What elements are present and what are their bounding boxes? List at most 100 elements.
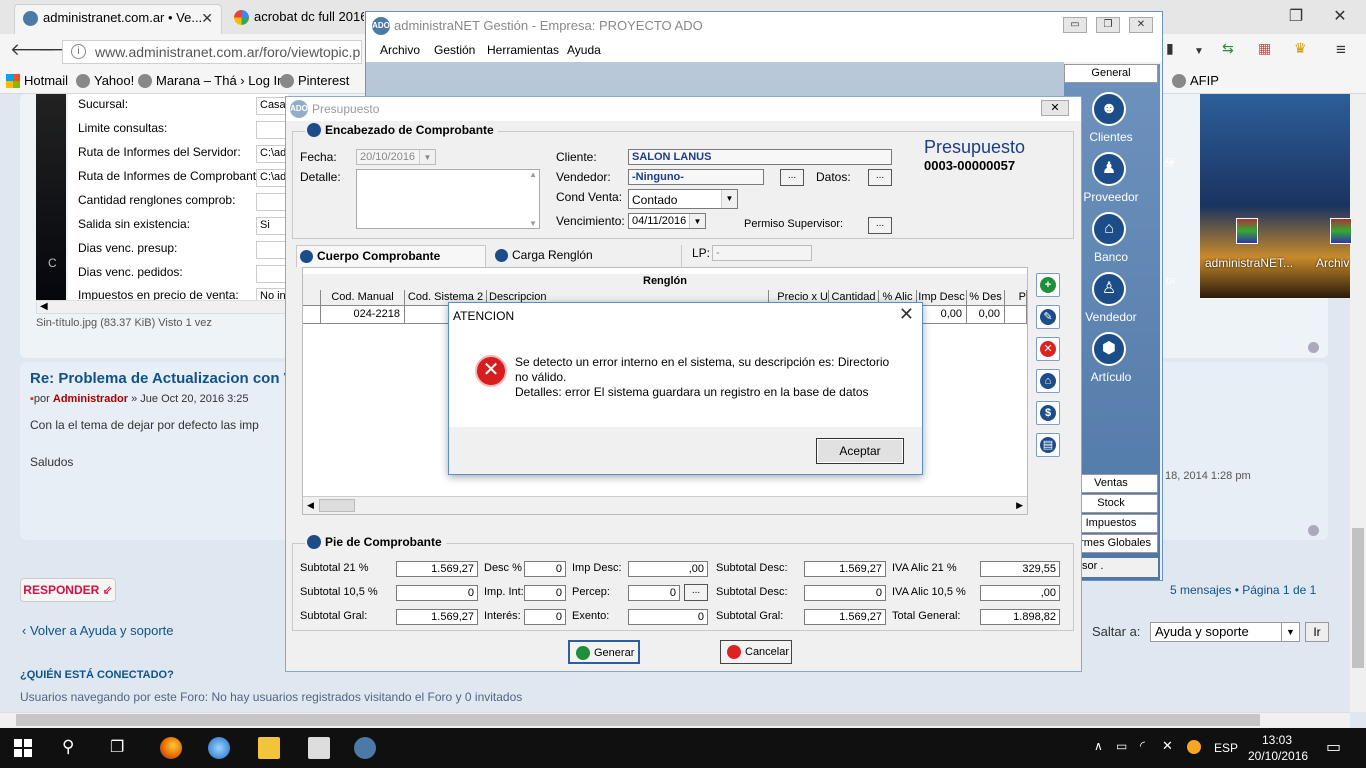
- browser-tab-acrobat[interactable]: acrobat dc full 2016 -: [226, 4, 364, 34]
- desc-pct-field[interactable]: 0: [524, 561, 566, 577]
- browser-restore-icon[interactable]: ❐: [1282, 6, 1310, 26]
- table-row-imp-desc[interactable]: 0,00: [917, 306, 967, 324]
- firefox-icon[interactable]: [160, 737, 182, 759]
- aceptar-button[interactable]: Aceptar: [816, 438, 904, 464]
- restore-icon[interactable]: ❐: [1096, 17, 1120, 33]
- articulo-box-icon[interactable]: ⬢: [1092, 332, 1126, 366]
- cancelar-button[interactable]: Cancelar: [720, 640, 792, 664]
- action-center-icon[interactable]: ▭: [1326, 737, 1341, 757]
- clock-time[interactable]: 13:03: [1262, 733, 1292, 747]
- grid-horizontal-scrollbar[interactable]: ◀ ▶: [303, 496, 1027, 514]
- translate-icon[interactable]: ⇆: [1222, 40, 1234, 57]
- image-horizontal-scrollbar[interactable]: ◀: [36, 300, 291, 314]
- col-imp-desc[interactable]: Imp Desc: [917, 290, 967, 306]
- percep-field[interactable]: 0: [628, 585, 680, 601]
- file-explorer-icon[interactable]: [258, 737, 280, 759]
- cond-venta-select[interactable]: Contado ▼: [628, 189, 738, 209]
- menu-ayuda[interactable]: Ayuda: [567, 43, 601, 57]
- bookmark-list-icon[interactable]: ▮: [1166, 40, 1174, 57]
- calculator-item-button[interactable]: ▤: [1036, 433, 1060, 457]
- add-item-button[interactable]: +: [1036, 273, 1060, 297]
- post-title[interactable]: Re: Problema de Actualizacion con V: [30, 370, 294, 387]
- lp-field[interactable]: -: [712, 245, 812, 261]
- clock-date[interactable]: 20/10/2016: [1248, 749, 1308, 763]
- calendar-dropdown-icon[interactable]: ▼: [689, 214, 705, 228]
- col-p[interactable]: P: [1005, 290, 1027, 306]
- col-cod-manual[interactable]: Cod. Manual: [321, 290, 405, 306]
- tab-carga-renglon[interactable]: Carga Renglón: [492, 245, 682, 267]
- subtotal-gral-field[interactable]: 1.569,27: [396, 609, 478, 625]
- bookmark-pinterest[interactable]: Pinterest: [280, 73, 349, 88]
- money-item-button[interactable]: $: [1036, 401, 1060, 425]
- browser-menu-icon[interactable]: ≡: [1336, 40, 1346, 60]
- winrar-archive-icon[interactable]: [1330, 218, 1352, 244]
- subtotal-desc2-field[interactable]: 0: [804, 585, 886, 601]
- page-vertical-scroll-thumb[interactable]: [1352, 528, 1364, 668]
- scroll-down-icon[interactable]: ▼: [529, 219, 537, 228]
- bank-item-button[interactable]: ⌂: [1036, 369, 1060, 393]
- close-icon[interactable]: ✕: [1041, 100, 1069, 116]
- winrar-archive-icon[interactable]: [1236, 218, 1258, 244]
- iva21-field[interactable]: 329,55: [980, 561, 1060, 577]
- percep-browse-button[interactable]: ...: [684, 584, 708, 601]
- extension-trophy-icon[interactable]: ♛: [1294, 40, 1307, 57]
- datos-browse-button[interactable]: ...: [868, 169, 892, 186]
- volume-muted-icon[interactable]: ✕: [1162, 738, 1173, 754]
- jump-go-button[interactable]: Ir: [1305, 622, 1329, 642]
- browser-tab-administranet[interactable]: administranet.com.ar • Ve... ✕: [14, 4, 222, 34]
- interes-field[interactable]: 0: [524, 609, 566, 625]
- subtotal-desc-field[interactable]: 1.569,27: [804, 561, 886, 577]
- bank-icon[interactable]: ⌂: [1092, 212, 1126, 246]
- chevron-up-icon[interactable]: ∧: [1094, 739, 1103, 753]
- tab-cuerpo-comprobante[interactable]: Cuerpo Comprobante: [296, 245, 486, 267]
- close-icon[interactable]: ✕: [1129, 17, 1153, 33]
- browser-close-icon[interactable]: ✕: [1326, 6, 1354, 26]
- bookmark-hotmail[interactable]: Hotmail: [6, 73, 68, 88]
- detalle-textarea[interactable]: ▲ ▼: [356, 169, 540, 229]
- permiso-supervisor-button[interactable]: ...: [868, 217, 892, 234]
- jump-to-select[interactable]: Ayuda y soporte ▼: [1150, 622, 1300, 642]
- bookmark-yahoo[interactable]: Yahoo!: [76, 73, 134, 88]
- task-view-icon[interactable]: ❐: [110, 737, 124, 757]
- scroll-left-icon[interactable]: ◀: [40, 301, 48, 312]
- back-to-top-icon[interactable]: [1308, 342, 1319, 353]
- edit-item-button[interactable]: ✎: [1036, 305, 1060, 329]
- menu-gestion[interactable]: Gestión: [434, 43, 475, 57]
- cliente-field[interactable]: SALON LANUS: [628, 149, 892, 165]
- back-to-top-icon[interactable]: [1308, 525, 1319, 536]
- administranet-app-icon[interactable]: [354, 737, 376, 759]
- calendar-dropdown-icon[interactable]: ▼: [419, 150, 435, 164]
- notification-app-icon[interactable]: [1187, 740, 1201, 754]
- scroll-right-icon[interactable]: ▶: [1016, 500, 1023, 511]
- iva105-field[interactable]: ,00: [980, 585, 1060, 601]
- vendedor-browse-button[interactable]: ...: [780, 169, 804, 186]
- vencimiento-input[interactable]: 04/11/2016 ▼: [628, 213, 706, 229]
- table-row-pct-des[interactable]: 0,00: [967, 306, 1005, 324]
- calculator-icon[interactable]: [308, 737, 330, 759]
- table-row-cod-manual[interactable]: 024-2218: [321, 306, 405, 324]
- grid-scroll-thumb[interactable]: [319, 499, 355, 512]
- minimize-icon[interactable]: ▭: [1063, 17, 1087, 33]
- page-horizontal-scroll-thumb[interactable]: [16, 714, 1260, 726]
- language-indicator[interactable]: ESP: [1214, 741, 1238, 755]
- close-icon[interactable]: ✕: [899, 304, 914, 325]
- reply-button[interactable]: RESPONDER ⇙: [20, 578, 116, 602]
- exento-field[interactable]: 0: [628, 609, 708, 625]
- generar-button[interactable]: Generar: [568, 640, 640, 664]
- vendedor-field[interactable]: -Ninguno-: [628, 169, 764, 185]
- post-author-link[interactable]: Administrador: [53, 393, 128, 405]
- bookmark-afip[interactable]: AFIP: [1172, 73, 1219, 88]
- battery-icon[interactable]: ▭: [1116, 739, 1127, 753]
- address-bar[interactable]: i www.administranet.com.ar/foro/viewtopi…: [62, 40, 362, 64]
- wifi-icon[interactable]: ◜: [1140, 738, 1145, 754]
- proveedor-icon[interactable]: ♟: [1092, 152, 1126, 186]
- clientes-icon[interactable]: ☻: [1092, 92, 1126, 126]
- scroll-up-icon[interactable]: ▲: [529, 170, 537, 179]
- vendedor-icon[interactable]: ♙: [1092, 272, 1126, 306]
- menu-herramientas[interactable]: Herramientas: [487, 43, 559, 57]
- menu-archivo[interactable]: Archivo: [380, 43, 420, 57]
- bookmark-marana[interactable]: Marana – Thá › Log In: [138, 73, 284, 88]
- subtotal21-field[interactable]: 1.569,27: [396, 561, 478, 577]
- close-tab-icon[interactable]: ✕: [201, 5, 213, 31]
- col-pct-des[interactable]: % Des: [967, 290, 1005, 306]
